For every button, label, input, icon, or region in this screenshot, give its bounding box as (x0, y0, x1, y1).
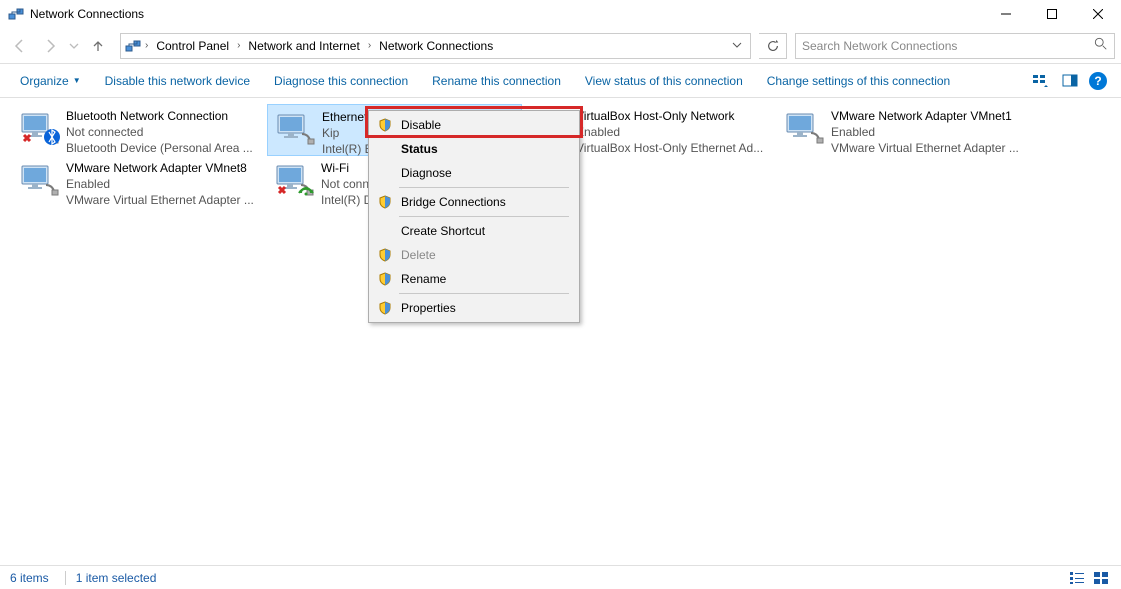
context-menu-item[interactable]: Properties (369, 296, 579, 320)
adapter-name: Bluetooth Network Connection (66, 108, 261, 124)
shield-icon (377, 117, 393, 133)
address-dropdown-button[interactable] (728, 39, 746, 53)
shield-icon (377, 194, 393, 210)
adapter-status: Not connected (66, 124, 261, 140)
minimize-button[interactable] (983, 0, 1029, 28)
status-bar: 6 items 1 item selected (0, 565, 1121, 589)
app-icon (8, 6, 24, 22)
back-button[interactable] (6, 32, 34, 60)
chevron-right-icon[interactable]: › (233, 40, 244, 51)
adapter-texts: VMware Network Adapter VMnet1EnabledVMwa… (831, 108, 1026, 157)
context-menu-item: Delete (369, 243, 579, 267)
adapter-description: VMware Virtual Ethernet Adapter ... (66, 192, 261, 208)
context-menu-separator (399, 216, 569, 217)
context-menu-label: Diagnose (401, 166, 569, 180)
status-items-count: 6 items (10, 571, 49, 585)
close-button[interactable] (1075, 0, 1121, 28)
adapter-texts: VirtualBox Host-Only NetworkEnabledVirtu… (576, 108, 771, 157)
large-icons-view-button[interactable] (1091, 569, 1111, 587)
context-menu-item[interactable]: Create Shortcut (369, 219, 579, 243)
network-adapter-item[interactable]: Bluetooth Network ConnectionNot connecte… (12, 104, 267, 156)
context-menu-label: Delete (401, 248, 569, 262)
details-view-button[interactable] (1067, 569, 1087, 587)
context-menu-label: Status (401, 142, 569, 156)
adapter-texts: VMware Network Adapter VMnet8EnabledVMwa… (66, 160, 261, 209)
context-menu-separator (399, 293, 569, 294)
context-menu-label: Properties (401, 301, 569, 315)
maximize-button[interactable] (1029, 0, 1075, 28)
view-options: ? (1029, 70, 1113, 92)
network-adapter-item[interactable]: VMware Network Adapter VMnet1EnabledVMwa… (777, 104, 1032, 156)
adapter-texts: Bluetooth Network ConnectionNot connecte… (66, 108, 261, 157)
organize-menu[interactable]: Organize▼ (8, 74, 93, 88)
chevron-right-icon[interactable]: › (364, 40, 375, 51)
preview-pane-button[interactable] (1059, 70, 1081, 92)
adapter-description: VirtualBox Host-Only Ethernet Ad... (576, 140, 771, 156)
window-title: Network Connections (30, 7, 983, 21)
diagnose-button[interactable]: Diagnose this connection (262, 74, 420, 88)
adapter-icon (18, 160, 60, 202)
view-status-button[interactable]: View status of this connection (573, 74, 755, 88)
adapter-status: Enabled (66, 176, 261, 192)
context-menu-label: Bridge Connections (401, 195, 569, 209)
adapter-status: Enabled (576, 124, 771, 140)
adapter-icon (783, 108, 825, 150)
adapter-status: Enabled (831, 124, 1026, 140)
chevron-right-icon[interactable]: › (141, 40, 152, 51)
adapter-icon (273, 160, 315, 202)
adapter-name: VirtualBox Host-Only Network (576, 108, 771, 124)
context-menu-label: Disable (401, 118, 569, 132)
address-bar[interactable]: › Control Panel › Network and Internet ›… (120, 33, 751, 59)
disable-device-button[interactable]: Disable this network device (93, 74, 262, 88)
context-menu-separator (399, 187, 569, 188)
recent-locations-button[interactable] (66, 32, 82, 60)
search-icon (1094, 37, 1108, 54)
refresh-button[interactable] (759, 33, 787, 59)
window-controls (983, 0, 1121, 28)
rename-button[interactable]: Rename this connection (420, 74, 573, 88)
forward-button[interactable] (36, 32, 64, 60)
view-options-button[interactable] (1029, 70, 1051, 92)
context-menu-item[interactable]: Rename (369, 267, 579, 291)
adapter-icon (274, 109, 316, 151)
context-menu-item[interactable]: Status (369, 137, 579, 161)
content-area: Bluetooth Network ConnectionNot connecte… (0, 98, 1121, 565)
adapter-description: Bluetooth Device (Personal Area ... (66, 140, 261, 156)
context-menu: Disable Status Diagnose Bridge Connections C… (368, 110, 580, 323)
context-menu-item[interactable]: Diagnose (369, 161, 579, 185)
adapter-icon (18, 108, 60, 150)
context-menu-label: Create Shortcut (401, 224, 569, 238)
title-bar: Network Connections (0, 0, 1121, 28)
blank-icon (377, 141, 393, 157)
address-icon (125, 38, 141, 54)
command-bar: Organize▼ Disable this network device Di… (0, 64, 1121, 98)
context-menu-item[interactable]: Bridge Connections (369, 190, 579, 214)
shield-icon (377, 271, 393, 287)
shield-icon (377, 300, 393, 316)
shield-icon (377, 247, 393, 263)
status-selected-count: 1 item selected (65, 571, 157, 585)
search-placeholder: Search Network Connections (802, 39, 1094, 53)
blank-icon (377, 165, 393, 181)
adapter-name: VMware Network Adapter VMnet8 (66, 160, 261, 176)
help-icon[interactable]: ? (1089, 72, 1107, 90)
nav-bar: › Control Panel › Network and Internet ›… (0, 28, 1121, 64)
chevron-down-icon: ▼ (73, 76, 81, 85)
blank-icon (377, 223, 393, 239)
adapter-name: VMware Network Adapter VMnet1 (831, 108, 1026, 124)
breadcrumb-segment[interactable]: Control Panel (152, 34, 233, 58)
up-button[interactable] (84, 32, 112, 60)
context-menu-label: Rename (401, 272, 569, 286)
breadcrumb-segment[interactable]: Network and Internet (244, 34, 363, 58)
adapter-description: VMware Virtual Ethernet Adapter ... (831, 140, 1026, 156)
search-input[interactable]: Search Network Connections (795, 33, 1115, 59)
breadcrumb-segment[interactable]: Network Connections (375, 34, 497, 58)
change-settings-button[interactable]: Change settings of this connection (755, 74, 962, 88)
context-menu-item[interactable]: Disable (369, 113, 579, 137)
network-adapter-item[interactable]: VMware Network Adapter VMnet8EnabledVMwa… (12, 156, 267, 208)
